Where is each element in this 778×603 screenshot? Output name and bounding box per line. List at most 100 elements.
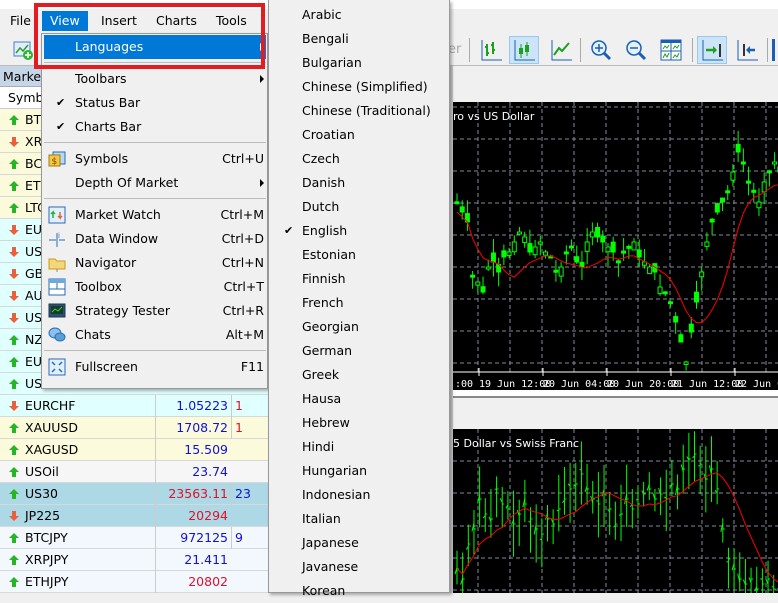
- language-item-javanese[interactable]: Javanese: [270, 555, 448, 579]
- menu-item-label: Depth Of Market: [75, 171, 178, 195]
- view-menu-item-depth-of-market[interactable]: Depth Of Market: [44, 171, 266, 195]
- eurusd-chart[interactable]: :0019 Jun 12:0020 Jun 04:0020 Jun 20:002…: [453, 102, 778, 390]
- market-watch-row[interactable]: XRPJPY21.411: [0, 549, 269, 571]
- bar-chart-button[interactable]: [476, 36, 506, 64]
- view-menu-item-toolbox[interactable]: ToolboxCtrl+T: [44, 275, 266, 299]
- menu-insert[interactable]: Insert: [93, 11, 145, 31]
- price-bar-open: [772, 586, 774, 587]
- bid-price: 20802: [155, 571, 230, 593]
- menu-view[interactable]: View: [42, 11, 88, 31]
- usdchf-chart[interactable]: 5 Dollar vs Swiss Franc: [453, 429, 778, 593]
- menu-charts[interactable]: Charts: [148, 11, 205, 31]
- language-item-bulgarian[interactable]: Bulgarian: [270, 51, 448, 75]
- view-menu-item-navigator[interactable]: NavigatorCtrl+N: [44, 251, 266, 275]
- auto-scroll-button[interactable]: [697, 36, 727, 64]
- menu-file[interactable]: File: [2, 11, 39, 31]
- language-item-indonesian[interactable]: Indonesian: [270, 483, 448, 507]
- view-menu-item-chats[interactable]: ChatsAlt+M: [44, 323, 266, 347]
- view-menu-item-languages[interactable]: Languages: [44, 35, 266, 59]
- candle-body: [747, 181, 751, 183]
- zoom-in-button[interactable]: [586, 36, 616, 64]
- language-item-english[interactable]: ✔English: [270, 219, 448, 243]
- language-item-estonian[interactable]: Estonian: [270, 243, 448, 267]
- language-item-danish[interactable]: Danish: [270, 171, 448, 195]
- bid-price: 20294: [155, 505, 230, 527]
- tile-windows-button[interactable]: [656, 36, 686, 64]
- candle-body: [752, 190, 756, 192]
- language-item-georgian[interactable]: Georgian: [270, 315, 448, 339]
- language-item-hungarian[interactable]: Hungarian: [270, 459, 448, 483]
- language-item-chinese-simplified[interactable]: Chinese (Simplified): [270, 75, 448, 99]
- language-item-czech[interactable]: Czech: [270, 147, 448, 171]
- view-menu-item-strategy-tester[interactable]: Strategy TesterCtrl+R: [44, 299, 266, 323]
- market-watch-row[interactable]: USOil23.74: [0, 461, 269, 483]
- view-menu-item-status-bar[interactable]: ✔Status Bar: [44, 91, 266, 115]
- menu-item-label: Charts Bar: [75, 115, 141, 139]
- language-item-french[interactable]: French: [270, 291, 448, 315]
- language-item-italian[interactable]: Italian: [270, 507, 448, 531]
- candlestick-chart-button[interactable]: [509, 36, 539, 64]
- market-watch-row[interactable]: JP22520294: [0, 505, 269, 527]
- language-item-hindi[interactable]: Hindi: [270, 435, 448, 459]
- price-up-icon: [8, 532, 20, 544]
- language-item-arabic[interactable]: Arabic: [270, 3, 448, 27]
- line-chart-button[interactable]: [546, 36, 576, 64]
- toolbar-separator: [767, 38, 768, 62]
- usdchf-chart-canvas: [453, 429, 778, 593]
- language-item-japanese[interactable]: Japanese: [270, 531, 448, 555]
- candle-body: [622, 251, 626, 253]
- view-menu-item-market-watch[interactable]: Market WatchCtrl+M: [44, 203, 266, 227]
- language-item-hausa[interactable]: Hausa: [270, 387, 448, 411]
- candle-body: [731, 172, 735, 180]
- price-up-icon: [8, 378, 20, 390]
- candle-body: [606, 247, 610, 252]
- price-down-icon: [8, 224, 20, 236]
- language-label: Bulgarian: [302, 51, 362, 75]
- language-label: Japanese: [302, 531, 359, 555]
- price-up-icon: [8, 576, 20, 588]
- toolbar-separator: [469, 38, 470, 62]
- candle-body: [512, 242, 516, 252]
- language-label: Dutch: [302, 195, 339, 219]
- language-label: Italian: [302, 507, 341, 531]
- symbol-name: XAUUSD: [25, 417, 78, 439]
- candle-body: [705, 242, 709, 246]
- chart-shift-button[interactable]: [732, 36, 762, 64]
- view-menu-item-charts-bar[interactable]: ✔Charts Bar: [44, 115, 266, 139]
- strategy-tester-icon: [48, 302, 66, 320]
- language-item-bengali[interactable]: Bengali: [270, 27, 448, 51]
- language-item-greek[interactable]: Greek: [270, 363, 448, 387]
- market-watch-row[interactable]: BTCJPY9721259: [0, 527, 269, 549]
- language-item-croatian[interactable]: Croatian: [270, 123, 448, 147]
- language-item-korean[interactable]: Korean: [270, 579, 448, 603]
- market-watch-row[interactable]: XAGUSD15.509: [0, 439, 269, 461]
- symbol-name: US: [25, 241, 42, 263]
- market-watch-row[interactable]: US3023563.1123: [0, 483, 269, 505]
- menu-tools[interactable]: Tools: [208, 11, 255, 31]
- language-item-hebrew[interactable]: Hebrew: [270, 411, 448, 435]
- new-chart-button[interactable]: [8, 36, 38, 64]
- language-item-finnish[interactable]: Finnish: [270, 267, 448, 291]
- bid-price: 1708.72: [155, 417, 230, 439]
- chats-icon: [48, 326, 66, 344]
- language-item-german[interactable]: German: [270, 339, 448, 363]
- view-menu: Languages Toolbars✔Status Bar✔Charts Bar $…: [41, 33, 268, 389]
- market-watch-row[interactable]: EURCHF1.052231: [0, 395, 269, 417]
- price-up-icon: [8, 202, 20, 214]
- language-item-dutch[interactable]: Dutch: [270, 195, 448, 219]
- view-menu-item-fullscreen[interactable]: FullscreenF11: [44, 355, 266, 379]
- symbol-name: BTCJPY: [25, 527, 68, 549]
- view-menu-item-symbols[interactable]: $SymbolsCtrl+U: [44, 147, 266, 171]
- view-menu-item-data-window[interactable]: iData WindowCtrl+D: [44, 227, 266, 251]
- language-label: Arabic: [302, 3, 342, 27]
- candle-body: [627, 246, 631, 248]
- language-item-chinese-traditional[interactable]: Chinese (Traditional): [270, 99, 448, 123]
- bid-price: 15.509: [155, 439, 230, 461]
- symbol-name: ETHJPY: [25, 571, 69, 593]
- price-up-icon: [8, 422, 20, 434]
- view-menu-item-toolbars[interactable]: Toolbars: [44, 67, 266, 91]
- market-watch-row[interactable]: XAUUSD1708.721: [0, 417, 269, 439]
- zoom-out-button[interactable]: [621, 36, 651, 64]
- price-up-icon: [8, 334, 20, 346]
- market-watch-row[interactable]: ETHJPY 20802: [0, 571, 269, 593]
